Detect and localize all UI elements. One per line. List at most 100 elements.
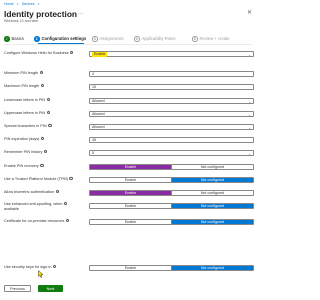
not-configured-option[interactable]: Not configured bbox=[171, 220, 253, 224]
info-icon[interactable]: i bbox=[69, 176, 73, 181]
setting-label: Enable PIN recovery i bbox=[4, 163, 44, 169]
tab-assignments: 3 Assignments bbox=[92, 36, 123, 42]
label-text: Lowercase letters in PIN bbox=[4, 98, 46, 102]
selected-value: Allowed bbox=[92, 99, 105, 103]
chevron-down-icon: ⌄ bbox=[248, 112, 251, 117]
uppercase-dropdown[interactable]: Allowed ⌄ bbox=[89, 111, 254, 117]
info-icon[interactable]: i bbox=[65, 218, 70, 223]
not-configured-option[interactable]: Not configured bbox=[171, 191, 253, 195]
setting-label: Allow biometric authentication i bbox=[4, 189, 60, 195]
label-text: Maximum PIN length bbox=[4, 84, 40, 88]
lowercase-dropdown[interactable]: Allowed ⌄ bbox=[89, 98, 254, 104]
step-number-icon: 5 bbox=[192, 36, 198, 42]
selected-value: Enable bbox=[92, 51, 108, 57]
recovery-toggle: Enable Not configured bbox=[89, 164, 254, 170]
check-icon: ✓ bbox=[4, 36, 10, 42]
special-dropdown[interactable]: Allowed ⌄ bbox=[89, 124, 254, 130]
chevron-down-icon: ⌄ bbox=[248, 99, 251, 104]
wizard-tabs: ✓ Basics 2 Configuration settings 3 Assi… bbox=[4, 34, 252, 45]
label-text: Minimum PIN length bbox=[4, 71, 39, 75]
tab-label: Review + create bbox=[199, 36, 230, 42]
selected-value: Allowed bbox=[92, 112, 105, 116]
next-button[interactable]: Next bbox=[38, 285, 63, 292]
close-icon[interactable]: ✕ bbox=[247, 9, 252, 16]
info-icon[interactable]: i bbox=[52, 264, 57, 269]
enable-option[interactable]: Enable bbox=[90, 178, 171, 182]
info-icon[interactable]: i bbox=[70, 50, 74, 55]
label-text: Configure Windows Hello for Business bbox=[4, 51, 69, 55]
info-icon[interactable]: i bbox=[40, 83, 45, 88]
more-options-icon[interactable]: ... bbox=[78, 10, 84, 16]
info-icon[interactable]: i bbox=[48, 123, 52, 128]
breadcrumb: Home > Devices > bbox=[4, 2, 40, 6]
tab-configuration-settings[interactable]: 2 Configuration settings bbox=[34, 36, 86, 42]
step-number-icon: 2 bbox=[34, 36, 40, 42]
info-icon[interactable]: i bbox=[39, 70, 44, 75]
tab-basics[interactable]: ✓ Basics bbox=[4, 36, 24, 42]
info-icon[interactable]: i bbox=[55, 189, 60, 194]
label-text: available bbox=[4, 206, 19, 211]
biometric-toggle: Enable Not configured bbox=[89, 190, 254, 196]
breadcrumb-home[interactable]: Home bbox=[4, 2, 14, 6]
not-configured-option[interactable]: Not configured bbox=[171, 204, 253, 208]
breadcrumb-devices[interactable]: Devices bbox=[22, 2, 35, 6]
enable-option[interactable]: Enable bbox=[90, 204, 171, 208]
tab-label: Basics bbox=[11, 36, 24, 42]
tab-label: Configuration settings bbox=[41, 36, 87, 42]
setting-label: Use a Trusted Platform Module (TPM) i bbox=[4, 176, 73, 182]
label-text: PIN expiration (days) bbox=[4, 137, 40, 141]
not-configured-option[interactable]: Not configured bbox=[171, 178, 253, 182]
breadcrumb-separator: > bbox=[16, 2, 19, 6]
info-icon[interactable]: i bbox=[40, 163, 44, 168]
selected-value: 5 bbox=[92, 151, 94, 155]
setting-label: Special characters in PIN i bbox=[4, 123, 52, 129]
tab-applicability-rules: 4 Applicability Rules bbox=[134, 36, 175, 42]
enable-option[interactable]: Enable bbox=[90, 165, 171, 169]
max-pin-input[interactable]: 15 bbox=[89, 84, 254, 90]
chevron-down-icon: ⌄ bbox=[248, 125, 251, 130]
not-configured-option[interactable]: Not configured bbox=[171, 165, 253, 169]
info-icon[interactable]: i bbox=[46, 97, 51, 102]
breadcrumb-separator: > bbox=[37, 2, 40, 6]
setting-label: Use enhanced anti-spoofing, when i avail… bbox=[4, 201, 68, 211]
setting-label: Lowercase letters in PIN i bbox=[4, 97, 51, 103]
enable-option[interactable]: Enable bbox=[90, 220, 171, 224]
min-pin-input[interactable]: 4 bbox=[89, 71, 254, 77]
tab-review-create: 5 Review + create bbox=[192, 36, 230, 42]
securitykeys-toggle: Enable Not configured bbox=[89, 265, 254, 271]
label-text: Allow biometric authentication bbox=[4, 190, 55, 194]
setting-label: Minimum PIN length i bbox=[4, 70, 44, 76]
info-icon[interactable]: i bbox=[46, 110, 51, 115]
setting-label: Certificate for on-premise resources i bbox=[4, 218, 70, 224]
configure-whfb-dropdown[interactable]: Enable ⌄ bbox=[89, 51, 254, 57]
label-text: Use security keys for sign-in bbox=[4, 265, 52, 269]
onprem-toggle: Enable Not configured bbox=[89, 219, 254, 225]
not-configured-option[interactable]: Not configured bbox=[171, 266, 253, 270]
chevron-down-icon: ⌄ bbox=[248, 151, 251, 156]
page-title: Identity protection bbox=[4, 9, 78, 19]
label-text: Special characters in PIN bbox=[4, 124, 47, 128]
enable-option[interactable]: Enable bbox=[90, 266, 171, 270]
mouse-pointer-icon bbox=[38, 270, 44, 278]
tabs-divider bbox=[4, 44, 252, 45]
chevron-down-icon: ⌄ bbox=[248, 52, 251, 57]
setting-label: Use security keys for sign-in i bbox=[4, 264, 57, 270]
info-icon[interactable]: i bbox=[40, 136, 45, 141]
setting-label: Configure Windows Hello for Business i bbox=[4, 50, 74, 56]
step-number-icon: 3 bbox=[92, 36, 98, 42]
info-icon[interactable]: i bbox=[63, 201, 68, 206]
previous-button[interactable]: Previous bbox=[4, 285, 31, 292]
setting-label: Uppercase letters in PIN i bbox=[4, 110, 51, 116]
label-text: Uppercase letters in PIN bbox=[4, 111, 46, 115]
tab-label: Assignments bbox=[99, 36, 124, 42]
history-dropdown[interactable]: 5 ⌄ bbox=[89, 150, 254, 156]
label-text: Certificate for on-premise resources bbox=[4, 219, 65, 223]
expiration-input[interactable]: 45 bbox=[89, 137, 254, 143]
info-icon[interactable]: i bbox=[43, 149, 48, 154]
tab-label: Applicability Rules bbox=[141, 36, 176, 42]
label-text: Use a Trusted Platform Module (TPM) bbox=[4, 177, 68, 181]
step-number-icon: 4 bbox=[134, 36, 140, 42]
enable-option[interactable]: Enable bbox=[90, 191, 171, 195]
label-text: Remember PIN history bbox=[4, 150, 43, 154]
setting-label: PIN expiration (days) i bbox=[4, 136, 45, 142]
